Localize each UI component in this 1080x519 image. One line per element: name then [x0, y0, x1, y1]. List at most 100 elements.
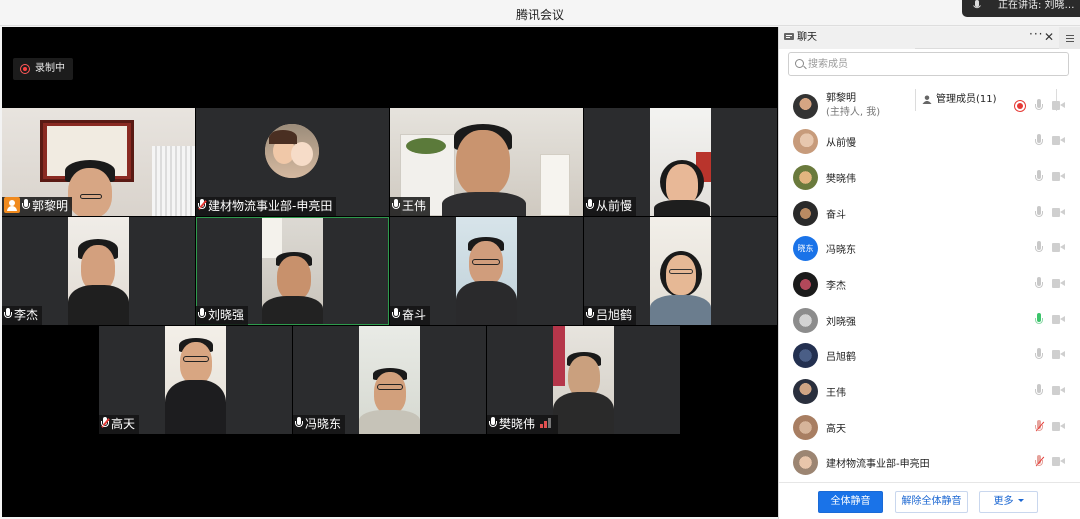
microphone-icon	[295, 417, 303, 429]
microphone-icon[interactable]	[1035, 170, 1043, 184]
member-row[interactable]: 晓东 冯晓东	[779, 231, 1080, 265]
more-button[interactable]: 更多	[979, 491, 1038, 513]
member-row[interactable]: 吕旭鹤	[779, 338, 1080, 372]
speaking-indicator: 正在讲话: 刘晓…	[962, 0, 1080, 17]
video-tile[interactable]: 李杰	[2, 217, 195, 325]
caret-down-icon	[1017, 499, 1024, 502]
participant-name: 郭黎明	[32, 199, 69, 213]
camera-icon[interactable]	[1052, 279, 1065, 288]
meeting-window: 腾讯会议 正在讲话: 刘晓… 录制中 郭黎明 建材物流事业部-申亮田 王伟 从前…	[0, 0, 1080, 519]
camera-feed	[68, 217, 129, 325]
camera-icon[interactable]	[1052, 422, 1065, 431]
member-row[interactable]: 樊晓伟	[779, 160, 1080, 194]
camera-icon[interactable]	[1052, 101, 1065, 110]
camera-icon[interactable]	[1052, 315, 1065, 324]
microphone-icon[interactable]	[1035, 241, 1043, 255]
camera-icon[interactable]	[1052, 136, 1065, 145]
participant-nametag: 刘晓强	[196, 306, 249, 325]
video-tile[interactable]: 王伟	[390, 108, 583, 216]
microphone-icon[interactable]	[1035, 348, 1043, 362]
microphone-icon	[4, 308, 12, 320]
avatar	[793, 343, 818, 368]
camera-icon[interactable]	[1052, 457, 1065, 466]
more-options-icon[interactable]: ···	[1029, 24, 1043, 44]
video-tile[interactable]: 奋斗	[390, 217, 583, 325]
camera-feed	[456, 217, 517, 325]
member-row[interactable]: 李杰	[779, 267, 1080, 301]
microphone-icon	[586, 308, 594, 320]
member-row[interactable]: 刘晓强	[779, 303, 1080, 337]
participant-name: 从前慢	[596, 199, 633, 213]
panel-menu-icon[interactable]	[1059, 27, 1080, 49]
video-tile[interactable]: 郭黎明	[2, 108, 195, 216]
member-name: 郭黎明 (主持人, 我)	[826, 93, 881, 118]
unmute-all-button[interactable]: 解除全体静音	[895, 491, 968, 513]
camera-icon[interactable]	[1052, 208, 1065, 217]
camera-icon[interactable]	[1052, 243, 1065, 252]
camera-icon[interactable]	[1052, 172, 1065, 181]
camera-icon[interactable]	[1052, 386, 1065, 395]
title-bar: 腾讯会议 正在讲话: 刘晓…	[0, 0, 1080, 26]
avatar-initials: 晓东	[793, 236, 818, 261]
microphone-icon	[586, 199, 594, 211]
camera-icon[interactable]	[1052, 350, 1065, 359]
member-name: 建材物流事业部-申亮田	[826, 459, 930, 470]
video-tile[interactable]: 建材物流事业部-申亮田	[196, 108, 389, 216]
participant-nametag: 高天	[99, 415, 140, 434]
member-search[interactable]	[788, 52, 1069, 76]
search-icon	[795, 59, 804, 68]
microphone-icon	[392, 199, 400, 211]
participant-name: 李杰	[14, 308, 39, 322]
member-name: 冯晓东	[826, 245, 856, 256]
close-icon[interactable]: ✕	[1044, 27, 1054, 47]
panel-tabs: 聊天 管理成员(11) ··· ✕	[779, 24, 1080, 111]
microphone-speaking-icon[interactable]	[1035, 313, 1043, 327]
participant-name: 建材物流事业部-申亮田	[208, 199, 333, 213]
speaking-text: 正在讲话: 刘晓…	[998, 0, 1075, 11]
microphone-muted-icon[interactable]	[1035, 420, 1045, 434]
mute-all-button[interactable]: 全体静音	[818, 491, 883, 513]
member-row[interactable]: 王伟	[779, 374, 1080, 408]
members-panel: 聊天 管理成员(11) ··· ✕ 郭黎明(主持人, 我)	[778, 27, 1080, 519]
search-input[interactable]	[808, 55, 1058, 73]
member-name: 刘晓强	[826, 317, 856, 328]
participant-name: 奋斗	[402, 308, 427, 322]
recording-label: 录制中	[35, 63, 65, 74]
microphone-icon[interactable]	[1035, 277, 1043, 291]
participant-nametag: 冯晓东	[293, 415, 346, 434]
participant-avatar	[265, 124, 319, 178]
participant-nametag: 郭黎明	[2, 197, 73, 216]
camera-feed	[650, 108, 711, 216]
microphone-muted-icon[interactable]	[1035, 455, 1045, 469]
host-icon	[4, 197, 20, 213]
recording-indicator[interactable]: 录制中	[13, 58, 73, 80]
tab-chat[interactable]: 聊天	[779, 27, 915, 49]
microphone-icon[interactable]	[1035, 134, 1043, 148]
microphone-icon[interactable]	[1035, 206, 1043, 220]
video-tile[interactable]: 从前慢	[584, 108, 777, 216]
member-row[interactable]: 从前慢	[779, 124, 1080, 158]
member-row[interactable]: 奋斗	[779, 196, 1080, 230]
video-tile[interactable]: 冯晓东	[293, 326, 486, 434]
microphone-icon	[198, 308, 206, 320]
video-tile[interactable]: 高天	[99, 326, 292, 434]
microphone-icon[interactable]	[1035, 99, 1043, 113]
video-tile[interactable]: 樊晓伟	[487, 326, 680, 434]
participant-name: 刘晓强	[208, 308, 245, 322]
member-row[interactable]: 高天	[779, 410, 1080, 444]
member-row[interactable]: 建材物流事业部-申亮田	[779, 445, 1080, 479]
participant-name: 王伟	[402, 199, 427, 213]
microphone-icon	[392, 308, 400, 320]
avatar	[793, 272, 818, 297]
avatar	[793, 308, 818, 333]
member-row[interactable]: 郭黎明 (主持人, 我)	[779, 89, 1080, 123]
microphone-muted-icon	[101, 417, 110, 429]
video-tile[interactable]: 吕旭鹤	[584, 217, 777, 325]
avatar	[793, 165, 818, 190]
video-tile-active-speaker[interactable]: 刘晓强	[196, 217, 389, 325]
microphone-icon[interactable]	[1035, 384, 1043, 398]
participant-name: 冯晓东	[305, 417, 342, 431]
member-role: (主持人, 我)	[826, 107, 881, 118]
participant-name: 高天	[111, 417, 136, 431]
camera-feed	[359, 326, 420, 434]
